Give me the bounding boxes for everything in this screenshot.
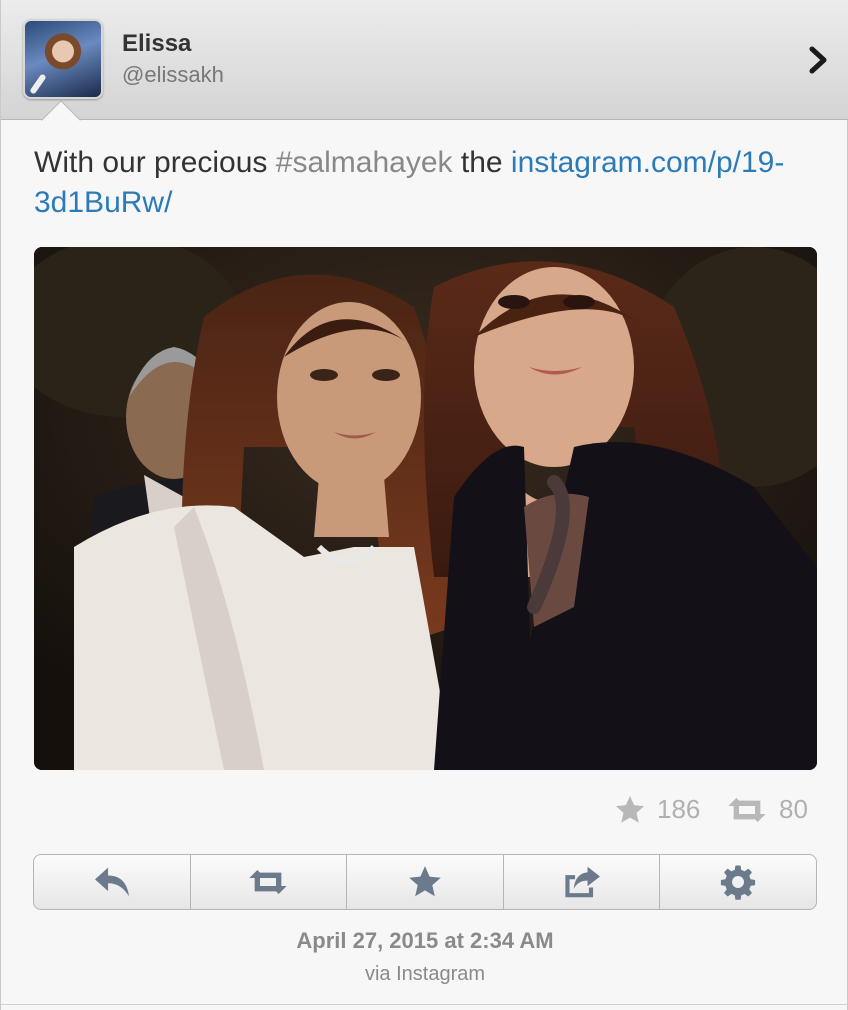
author-display-name[interactable]: Elissa (122, 30, 191, 58)
author-avatar[interactable] (23, 19, 103, 99)
tweet-author-header[interactable]: Elissa @elissakh (1, 0, 848, 120)
favorite-star-icon (409, 866, 441, 897)
retweet-button[interactable] (191, 855, 348, 909)
retweet-icon (249, 870, 288, 894)
tweet-action-bar (33, 854, 817, 910)
share-icon (564, 866, 600, 898)
microphone-icon (29, 73, 47, 95)
tweet-detail-window: Elissa @elissakh With our precious #salm… (0, 0, 848, 1010)
tweet-text-part: With our precious (34, 146, 276, 179)
retweets-stat[interactable]: 80 (723, 790, 823, 826)
tweet-photo[interactable] (34, 247, 817, 770)
retweet-icon (728, 798, 766, 822)
favorites-stat[interactable]: 186 (613, 790, 713, 826)
gear-icon (721, 865, 756, 900)
reply-button[interactable] (34, 855, 191, 909)
hashtag-link[interactable]: #salmahayek (276, 146, 453, 179)
settings-button[interactable] (660, 855, 816, 909)
tweet-stats: 186 80 (613, 790, 823, 826)
share-button[interactable] (504, 855, 661, 909)
retweets-count: 80 (779, 794, 808, 824)
reply-icon (94, 867, 129, 897)
tweet-source[interactable]: via Instagram (1, 963, 848, 986)
favorites-count: 186 (657, 794, 701, 824)
chevron-right-icon[interactable] (807, 46, 831, 74)
divider (1, 1004, 848, 1005)
favorite-button[interactable] (347, 855, 504, 909)
tweet-timestamp: April 27, 2015 at 2:34 AM (296, 928, 554, 953)
favorite-star-icon (615, 795, 645, 823)
tweet-text: With our precious #salmahayek the instag… (34, 143, 814, 223)
author-handle[interactable]: @elissakh (122, 62, 224, 88)
tweet-text-part: the (452, 146, 511, 179)
